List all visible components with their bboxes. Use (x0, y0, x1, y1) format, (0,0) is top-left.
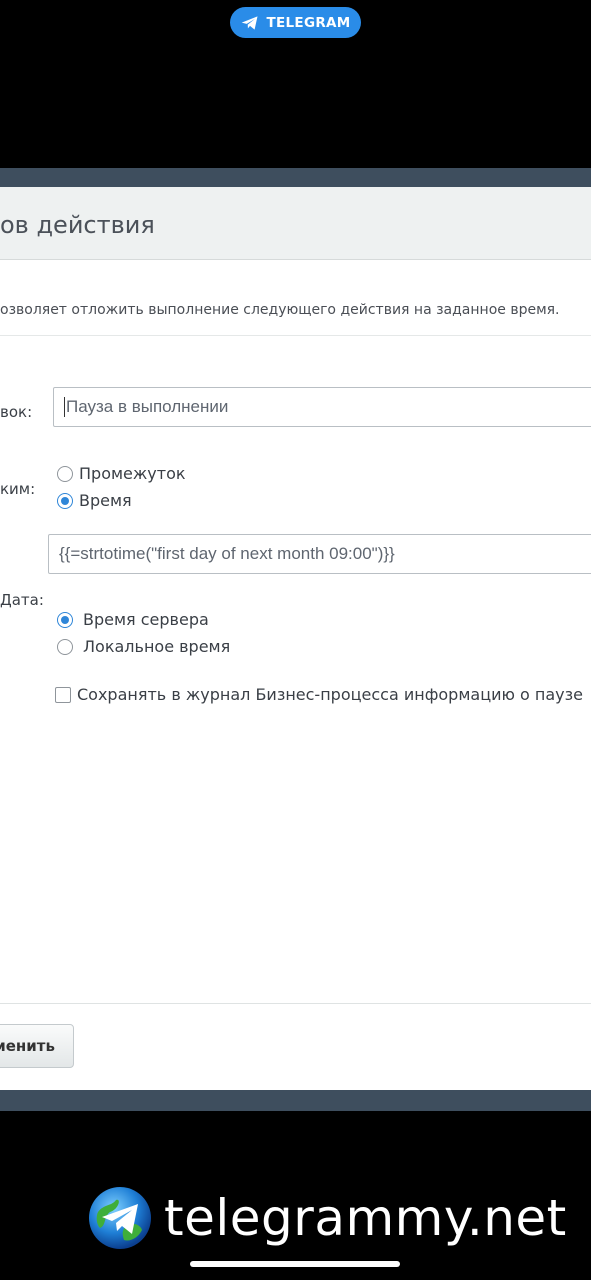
dialog-description: озволяет отложить выполнение следующего … (0, 302, 560, 318)
text-caret (64, 397, 65, 417)
radio-interval[interactable] (57, 465, 73, 482)
radio-local-time-label: Локальное время (83, 637, 231, 656)
apply-button[interactable]: менить (0, 1024, 74, 1068)
title-input-value: Пауза в выполнении (66, 397, 229, 416)
date-label: Дата: (0, 591, 44, 609)
log-pause-checkbox[interactable] (55, 686, 71, 703)
home-indicator[interactable] (190, 1261, 400, 1267)
title-input[interactable]: Пауза в выполнении (53, 387, 591, 427)
divider (0, 335, 591, 336)
dialog-title: ов действия (0, 211, 155, 239)
footer-divider (0, 1003, 591, 1004)
radio-interval-label: Промежуток (79, 464, 186, 483)
date-option-server[interactable]: Время сервера (57, 610, 209, 629)
radio-server-time-label: Время сервера (83, 610, 209, 629)
log-pause-option[interactable]: Сохранять в журнал Бизнес-процесса инфор… (55, 685, 583, 704)
mode-option-time[interactable]: Время (57, 491, 132, 510)
apply-button-label: менить (0, 1037, 55, 1055)
dialog-titlebar[interactable]: ов действия (0, 187, 591, 260)
title-label: вок: (0, 403, 33, 421)
mode-option-interval[interactable]: Промежуток (57, 464, 186, 483)
time-expression-value: {{=strtotime("first day of next month 09… (59, 544, 395, 563)
log-pause-label: Сохранять в журнал Бизнес-процесса инфор… (77, 685, 583, 704)
telegram-badge-label: TELEGRAM (266, 14, 351, 31)
radio-time-label: Время (79, 491, 132, 510)
mode-label: ким: (0, 480, 36, 498)
action-settings-dialog: ов действия озволяет отложить выполнение… (0, 187, 591, 1090)
radio-server-time[interactable] (57, 611, 73, 628)
site-watermark: telegrammy.net (88, 1186, 567, 1250)
radio-local-time[interactable] (57, 638, 73, 655)
telegram-plane-icon (242, 15, 258, 30)
telegram-badge[interactable]: TELEGRAM (230, 7, 361, 38)
radio-time[interactable] (57, 492, 73, 509)
date-option-local[interactable]: Локальное время (57, 637, 230, 656)
telegram-globe-logo-icon (89, 1187, 151, 1249)
watermark-text: telegrammy.net (164, 1189, 567, 1247)
time-expression-input[interactable]: {{=strtotime("first day of next month 09… (48, 534, 591, 574)
